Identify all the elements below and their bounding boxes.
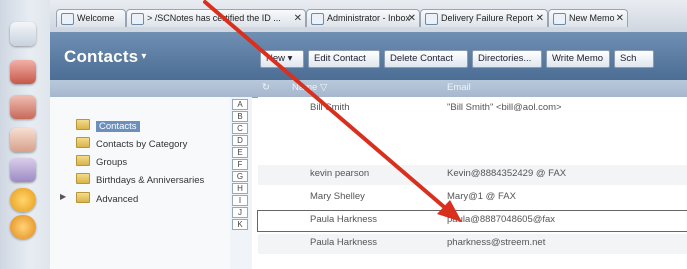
alpha-tab-e[interactable]: E [232,147,248,158]
folder-icon [76,155,90,166]
tab-bar: Welcome > /SCNotes has certified the ID … [50,0,687,33]
edit-contact-button[interactable]: Edit Contact [308,50,380,68]
nav-item-groups[interactable]: Groups [58,155,127,169]
memo-icon [553,13,566,25]
contact-email: Mary@1 @ FAX [447,191,516,202]
contact-email: pharkness@streem.net [447,237,546,248]
alpha-tab-f[interactable]: F [232,159,248,170]
table-header: ↻ Name ▽ Email [258,80,687,97]
notebook-icon[interactable] [10,158,36,182]
write-memo-button[interactable]: Write Memo [546,50,610,68]
contact-name: Mary Shelley [310,191,365,202]
todo-icon[interactable] [10,128,36,152]
contact-name: Bill Smith [310,102,350,113]
launcher-bar [0,0,51,269]
directories-button[interactable]: Directories... [472,50,542,68]
contact-name: Paula Harkness [310,214,378,225]
tab-new-memo[interactable]: New Memo ✕ [548,9,628,27]
alpha-tab-c[interactable]: C [232,123,248,134]
view-navigator: Contacts Contacts by Category Groups Bir… [50,97,231,269]
nav-item-label: Birthdays & Anniversaries [96,175,205,186]
tab-label: Welcome [77,13,115,23]
folder-icon [76,137,90,148]
new-button[interactable]: New ▾ [260,50,304,68]
folder-icon [76,119,90,130]
view-title[interactable]: Contacts ▾ [64,47,147,67]
column-name[interactable]: Name ▽ [292,82,327,93]
alpha-tab-i[interactable]: I [232,195,248,206]
alpha-tab-b[interactable]: B [232,111,248,122]
mail-icon [311,13,324,25]
nav-item-label: Advanced [96,194,139,205]
table-row-selected[interactable]: Paula Harkness paula@8887048605@fax [257,210,687,232]
tab-delivery-failure[interactable]: Delivery Failure Report ✕ [420,9,548,27]
table-row[interactable]: kevin pearson Kevin@8884352429 @ FAX [258,165,687,185]
column-email[interactable]: Email [447,82,471,93]
notes-client-window: Welcome > /SCNotes has certified the ID … [0,0,687,269]
sametime-icon[interactable] [10,215,36,239]
table-row[interactable]: Bill Smith "Bill Smith" <bill@aol.com> [258,99,687,119]
nav-item-advanced[interactable]: ▶ Advanced [58,192,138,206]
view-title-text: Contacts [64,47,139,66]
alphabet-index: A B C D E F G H I J K [230,97,252,269]
contact-name: kevin pearson [310,168,370,179]
document-icon [425,13,438,25]
alpha-tab-k[interactable]: K [232,219,248,230]
alpha-tab-g[interactable]: G [232,171,248,182]
nav-item-label: Groups [96,157,128,168]
nav-item-contacts-by-category[interactable]: Contacts by Category [58,137,187,151]
alpha-tab-h[interactable]: H [232,183,248,194]
alpha-tab-j[interactable]: J [232,207,248,218]
smiley-icon[interactable] [10,188,36,212]
tab-welcome[interactable]: Welcome [56,9,126,27]
nav-item-label: Contacts [96,121,140,132]
alpha-tab-a[interactable]: A [232,99,248,110]
tab-label: Delivery Failure Report [441,13,534,23]
calendar-icon[interactable] [10,60,36,84]
delete-contact-button[interactable]: Delete Contact [384,50,468,68]
contact-email: Kevin@8884352429 @ FAX [447,168,567,179]
schedule-button[interactable]: Sch [614,50,654,68]
folder-icon [76,173,90,184]
refresh-icon[interactable]: ↻ [262,82,270,93]
tab-label: Administrator - Inbox [327,13,411,23]
chevron-down-icon: ▾ [141,51,147,62]
close-icon[interactable]: ✕ [294,10,302,27]
folder-icon [76,192,90,203]
table-row[interactable] [258,143,687,163]
tab-label: > /SCNotes has certified the ID ... [147,13,281,23]
alpha-tab-d[interactable]: D [232,135,248,146]
contacts-table: Bill Smith "Bill Smith" <bill@aol.com> k… [257,97,687,269]
table-row[interactable]: Mary Shelley Mary@1 @ FAX [258,188,687,208]
close-icon[interactable]: ✕ [616,10,624,27]
nav-item-label: Contacts by Category [96,139,188,150]
contacts-icon[interactable] [10,95,36,119]
nav-item-birthdays[interactable]: Birthdays & Anniversaries [58,173,204,187]
contact-email: paula@8887048605@fax [447,214,556,225]
chevron-right-icon[interactable]: ▶ [60,192,66,201]
tab-label: New Memo [569,13,615,23]
tab-scnotes[interactable]: > /SCNotes has certified the ID ... ✕ [126,9,306,27]
tab-inbox[interactable]: Administrator - Inbox ✕ [306,9,420,27]
mail-icon[interactable] [10,22,36,46]
contact-name: Paula Harkness [310,237,378,248]
nav-item-contacts[interactable]: Contacts [58,119,140,133]
home-icon [61,13,74,25]
table-row[interactable] [258,121,687,141]
contact-email: "Bill Smith" <bill@aol.com> [447,102,562,113]
close-icon[interactable]: ✕ [536,10,544,27]
document-icon [131,13,144,25]
table-row[interactable]: Paula Harkness pharkness@streem.net [258,234,687,254]
close-icon[interactable]: ✕ [408,10,416,27]
